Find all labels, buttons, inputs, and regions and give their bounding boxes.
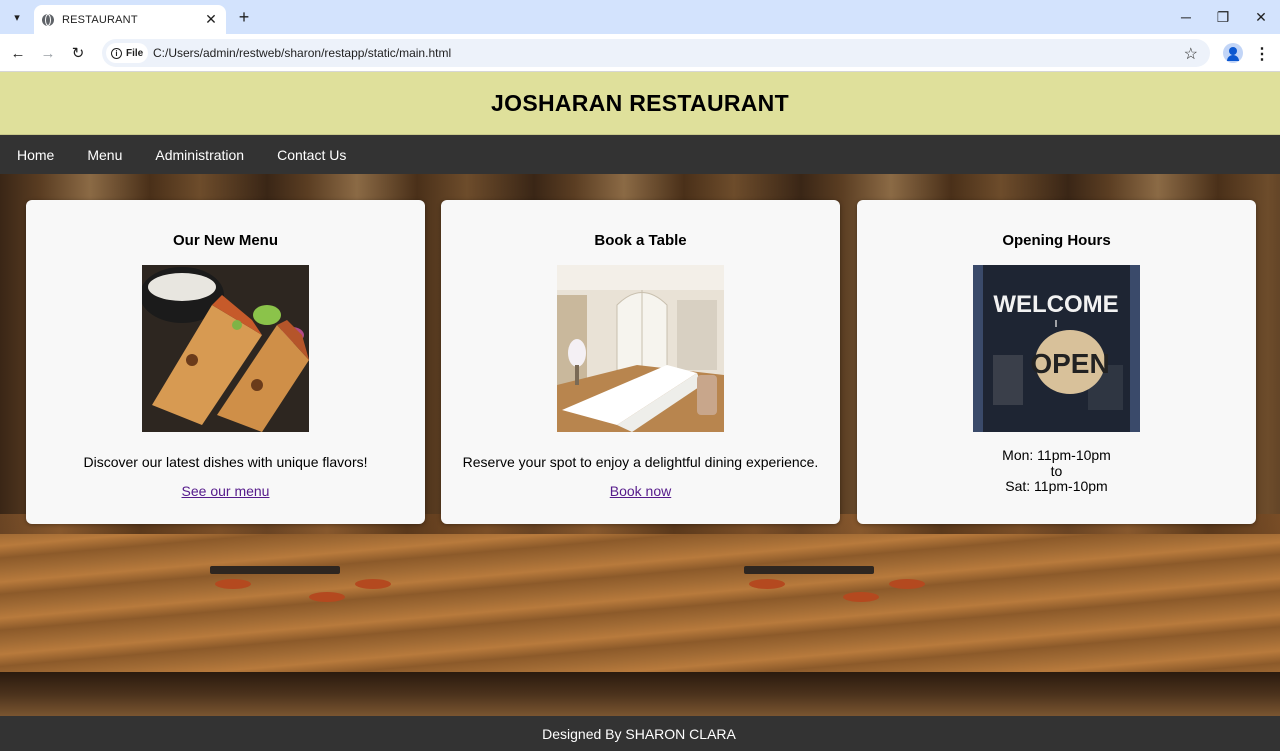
address-bar[interactable]: i File C:/Users/admin/restweb/sharon/res…: [102, 39, 1210, 67]
menu-kebab-icon[interactable]: ⋮: [1254, 44, 1270, 64]
new-tab-button[interactable]: +: [234, 7, 254, 27]
site-footer: Designed By SHARON CLARA: [0, 716, 1280, 751]
menu-card-text: Discover our latest dishes with unique f…: [83, 454, 368, 470]
reload-button[interactable]: ↻: [67, 42, 89, 64]
book-now-link[interactable]: Book now: [610, 483, 671, 499]
hero-background-image: Our New Menu Discover our latest dishes …: [0, 174, 1280, 716]
browser-toolbar: ← → ↻ i File C:/Users/admin/restweb/shar…: [0, 34, 1280, 72]
opening-hours-text: Mon: 11pm-10pm to Sat: 11pm-10pm: [857, 447, 1256, 495]
site-title: JOSHARAN RESTAURANT: [491, 89, 789, 116]
profile-avatar-icon[interactable]: [1223, 43, 1243, 63]
wraps-food-image: [142, 265, 309, 432]
bookmark-star-icon[interactable]: ☆: [1184, 44, 1198, 64]
minimize-button[interactable]: ─: [1172, 6, 1200, 28]
dining-room-image: [557, 265, 724, 432]
booking-card-title: Book a Table: [594, 232, 687, 249]
close-window-button[interactable]: ✕: [1247, 6, 1275, 28]
site-info-chip[interactable]: i File: [106, 43, 148, 63]
booking-card-text: Reserve your spot to enjoy a delightful …: [462, 454, 819, 470]
menu-card: Our New Menu Discover our latest dishes …: [26, 200, 425, 524]
nav-contact-us[interactable]: Contact Us: [277, 147, 346, 163]
tab-title: RESTAURANT: [62, 13, 138, 26]
booking-card: Book a Table Reserve your spot to enjoy …: [441, 200, 840, 524]
tab-search-icon[interactable]: ▾: [6, 6, 28, 28]
file-chip-label: File: [126, 47, 144, 59]
back-button[interactable]: ←: [7, 42, 29, 64]
url-text[interactable]: C:/Users/admin/restweb/sharon/restapp/st…: [153, 46, 451, 60]
nav-administration[interactable]: Administration: [155, 147, 244, 163]
footer-credit: Designed By SHARON CLARA: [542, 725, 736, 742]
nav-home[interactable]: Home: [17, 147, 54, 163]
browser-tab[interactable]: RESTAURANT ✕: [34, 5, 226, 34]
site-nav: Home Menu Administration Contact Us: [0, 135, 1280, 174]
hours-card: Opening Hours WELCOME OPEN Mon: 11pm-10p…: [857, 200, 1256, 524]
hours-close: Sat: 11pm-10pm: [1005, 478, 1108, 494]
hours-open: Mon: 11pm-10pm: [1002, 447, 1111, 463]
sign-open-text: OPEN: [1030, 348, 1109, 379]
restore-button[interactable]: ❐: [1209, 6, 1237, 28]
browser-tabstrip: ▾ RESTAURANT ✕ + ─ ❐ ✕: [0, 0, 1280, 34]
see-menu-link[interactable]: See our menu: [182, 483, 270, 499]
nav-menu[interactable]: Menu: [87, 147, 122, 163]
info-icon: i: [111, 47, 122, 59]
sign-welcome-text: WELCOME: [993, 291, 1118, 318]
menu-card-title: Our New Menu: [172, 232, 278, 249]
hours-card-title: Opening Hours: [1002, 232, 1111, 249]
open-sign-image: WELCOME OPEN: [973, 265, 1140, 432]
forward-button[interactable]: →: [37, 42, 59, 64]
hours-to: to: [1050, 462, 1063, 479]
web-page: JOSHARAN RESTAURANT Home Menu Administra…: [0, 72, 1280, 751]
site-header: JOSHARAN RESTAURANT: [0, 72, 1280, 135]
close-tab-icon[interactable]: ✕: [202, 10, 220, 28]
globe-icon: [42, 13, 54, 26]
